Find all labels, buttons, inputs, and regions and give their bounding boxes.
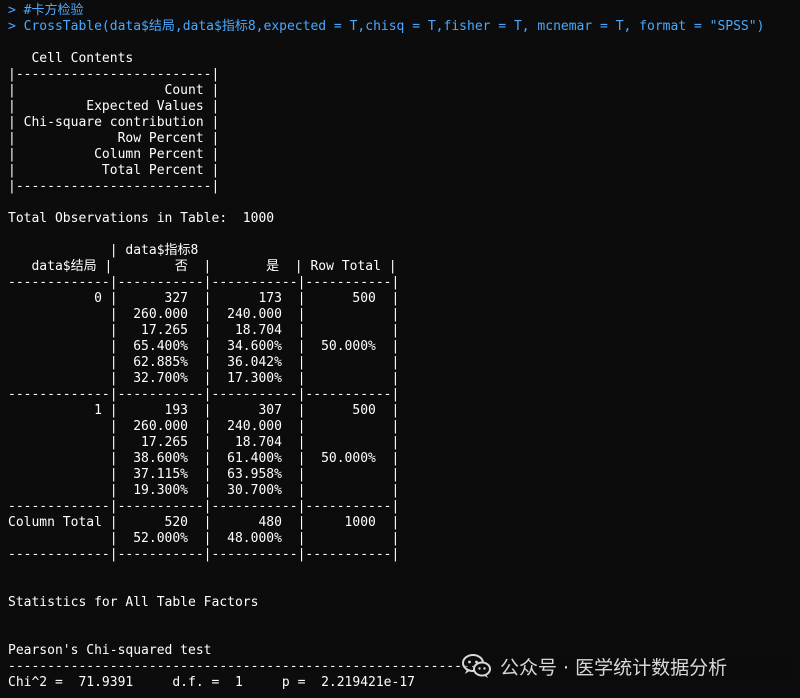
console-output-line: -------------|-----------|-----------|--…	[8, 275, 400, 290]
console-output-line: -------------|-----------|-----------|--…	[8, 499, 400, 514]
console-output-line: |-------------------------|	[8, 67, 220, 82]
console-output-line: | 17.265 | 18.704 | |	[8, 435, 400, 450]
wechat-icon	[462, 654, 491, 678]
console-output-line: | 37.115% | 63.958% | |	[8, 467, 400, 482]
console-command-line: > #卡方检验	[8, 3, 84, 18]
console-command-line: > CrossTable(data$结局,data$指标8,expected =…	[8, 19, 765, 34]
console-output-line: | 38.600% | 61.400% | 50.000% |	[8, 451, 400, 466]
console-output-line: | 52.000% | 48.000% | |	[8, 531, 400, 546]
console-output-line: 0 | 327 | 173 | 500 |	[8, 291, 400, 306]
console-output-line: Column Total | 520 | 480 | 1000 |	[8, 515, 400, 530]
console-output-line: | Chi-square contribution |	[8, 115, 220, 130]
console-output-line: | 62.885% | 36.042% | |	[8, 355, 400, 370]
console-output-line: | 17.265 | 18.704 | |	[8, 323, 400, 338]
console-output-line: Total Observations in Table: 1000	[8, 211, 275, 226]
console-output-line: 1 | 193 | 307 | 500 |	[8, 403, 400, 418]
console-output-line: data$结局 | 否 | 是 | Row Total |	[8, 259, 397, 274]
console-output-line: | 19.300% | 30.700% | |	[8, 483, 400, 498]
console-output-line: | Expected Values |	[8, 99, 220, 114]
console-output-line: | 32.700% | 17.300% | |	[8, 371, 400, 386]
console-output-line: -------------|-----------|-----------|--…	[8, 387, 400, 402]
console-output-line: Statistics for All Table Factors	[8, 595, 259, 610]
console-output-line: -------------|-----------|-----------|--…	[8, 547, 400, 562]
watermark: 公众号 · 医学统计数据分析	[462, 650, 792, 682]
console-output-line: | Row Percent |	[8, 131, 220, 146]
console-output-line: | data$指标8	[8, 243, 199, 258]
console-output-line: | 260.000 | 240.000 | |	[8, 419, 400, 434]
console-output-line: | Count |	[8, 83, 220, 98]
console-output-line: Cell Contents	[8, 51, 134, 66]
console-output-line: |-------------------------|	[8, 179, 220, 194]
console-output-line: | Total Percent |	[8, 163, 220, 178]
r-console[interactable]: > #卡方检验 > CrossTable(data$结局,data$指标8,exp…	[8, 3, 800, 691]
watermark-text: 公众号 · 医学统计数据分析	[500, 656, 728, 679]
console-output-line: | Column Percent |	[8, 147, 220, 162]
console-output-line: | 260.000 | 240.000 | |	[8, 307, 400, 322]
console-output-line: | 65.400% | 34.600% | 50.000% |	[8, 339, 400, 354]
